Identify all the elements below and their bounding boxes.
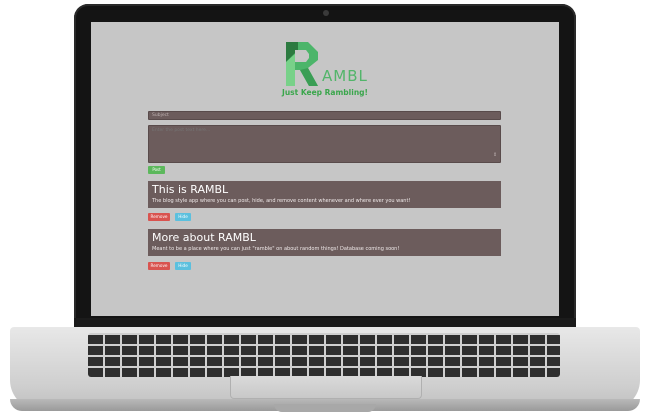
camera-icon [323, 10, 329, 16]
post-button[interactable]: Post [148, 166, 165, 174]
post-card: This is RAMBL The blog style app where y… [148, 181, 501, 208]
remove-button[interactable]: Remove [148, 213, 170, 221]
hide-button[interactable]: Hide [175, 213, 191, 221]
post-title: More about RAMBL [152, 231, 256, 244]
post-title: This is RAMBL [152, 183, 229, 196]
textarea-resize-icon[interactable]: ⇕ [493, 153, 499, 161]
subject-input[interactable]: Subject [148, 111, 501, 120]
app-screen: AMBL Just Keep Rambling! Subject ⇕ Post … [91, 22, 559, 316]
keyboard [88, 333, 560, 377]
logo-wordmark: AMBL [322, 67, 368, 85]
tagline: Just Keep Rambling! [282, 88, 368, 97]
subject-placeholder: Subject [152, 113, 169, 118]
hide-button[interactable]: Hide [175, 262, 191, 270]
logo-r-mark [286, 42, 318, 86]
post-card: More about RAMBL Meant to be a place whe… [148, 229, 501, 256]
laptop-notch [274, 404, 376, 412]
post-body-textarea[interactable] [148, 125, 501, 163]
trackpad [230, 376, 422, 399]
post-text: The blog style app where you can post, h… [152, 198, 411, 204]
post-text: Meant to be a place where you can just "… [152, 246, 400, 252]
remove-button[interactable]: Remove [148, 262, 170, 270]
